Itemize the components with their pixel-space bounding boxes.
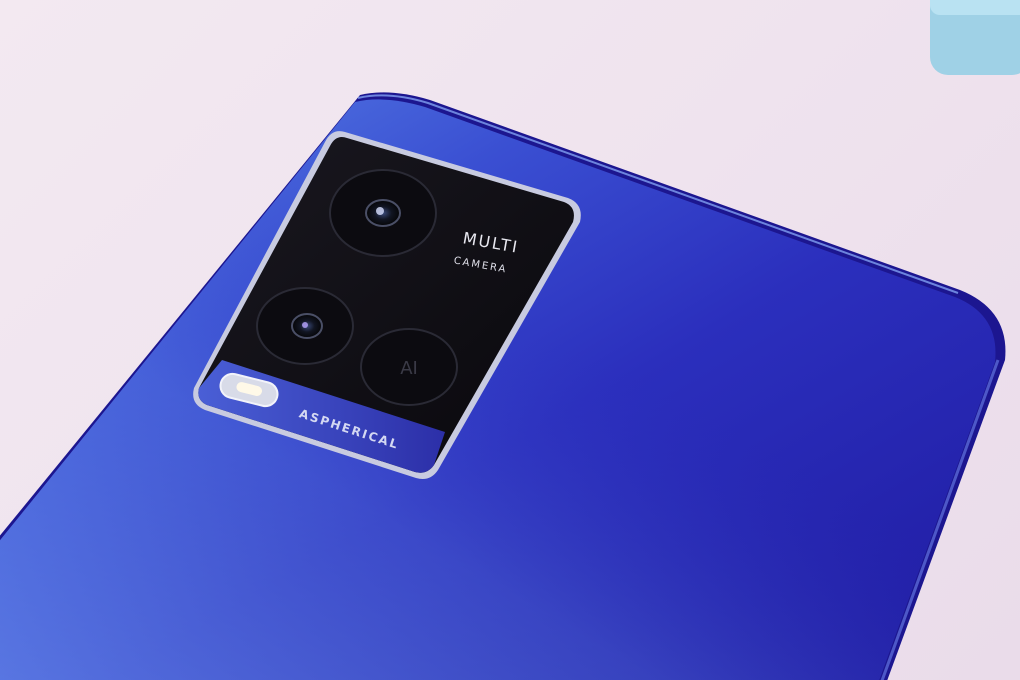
main-lens — [329, 169, 437, 257]
ai-lens: AI — [360, 328, 458, 406]
photo-canvas: AI MULTI CAMERA ASPHERICAL — [0, 0, 1020, 680]
blue-object — [930, 0, 1020, 75]
secondary-lens — [256, 287, 354, 365]
product-photo: AI MULTI CAMERA ASPHERICAL — [0, 0, 1020, 680]
ai-lens-label: AI — [400, 358, 418, 379]
